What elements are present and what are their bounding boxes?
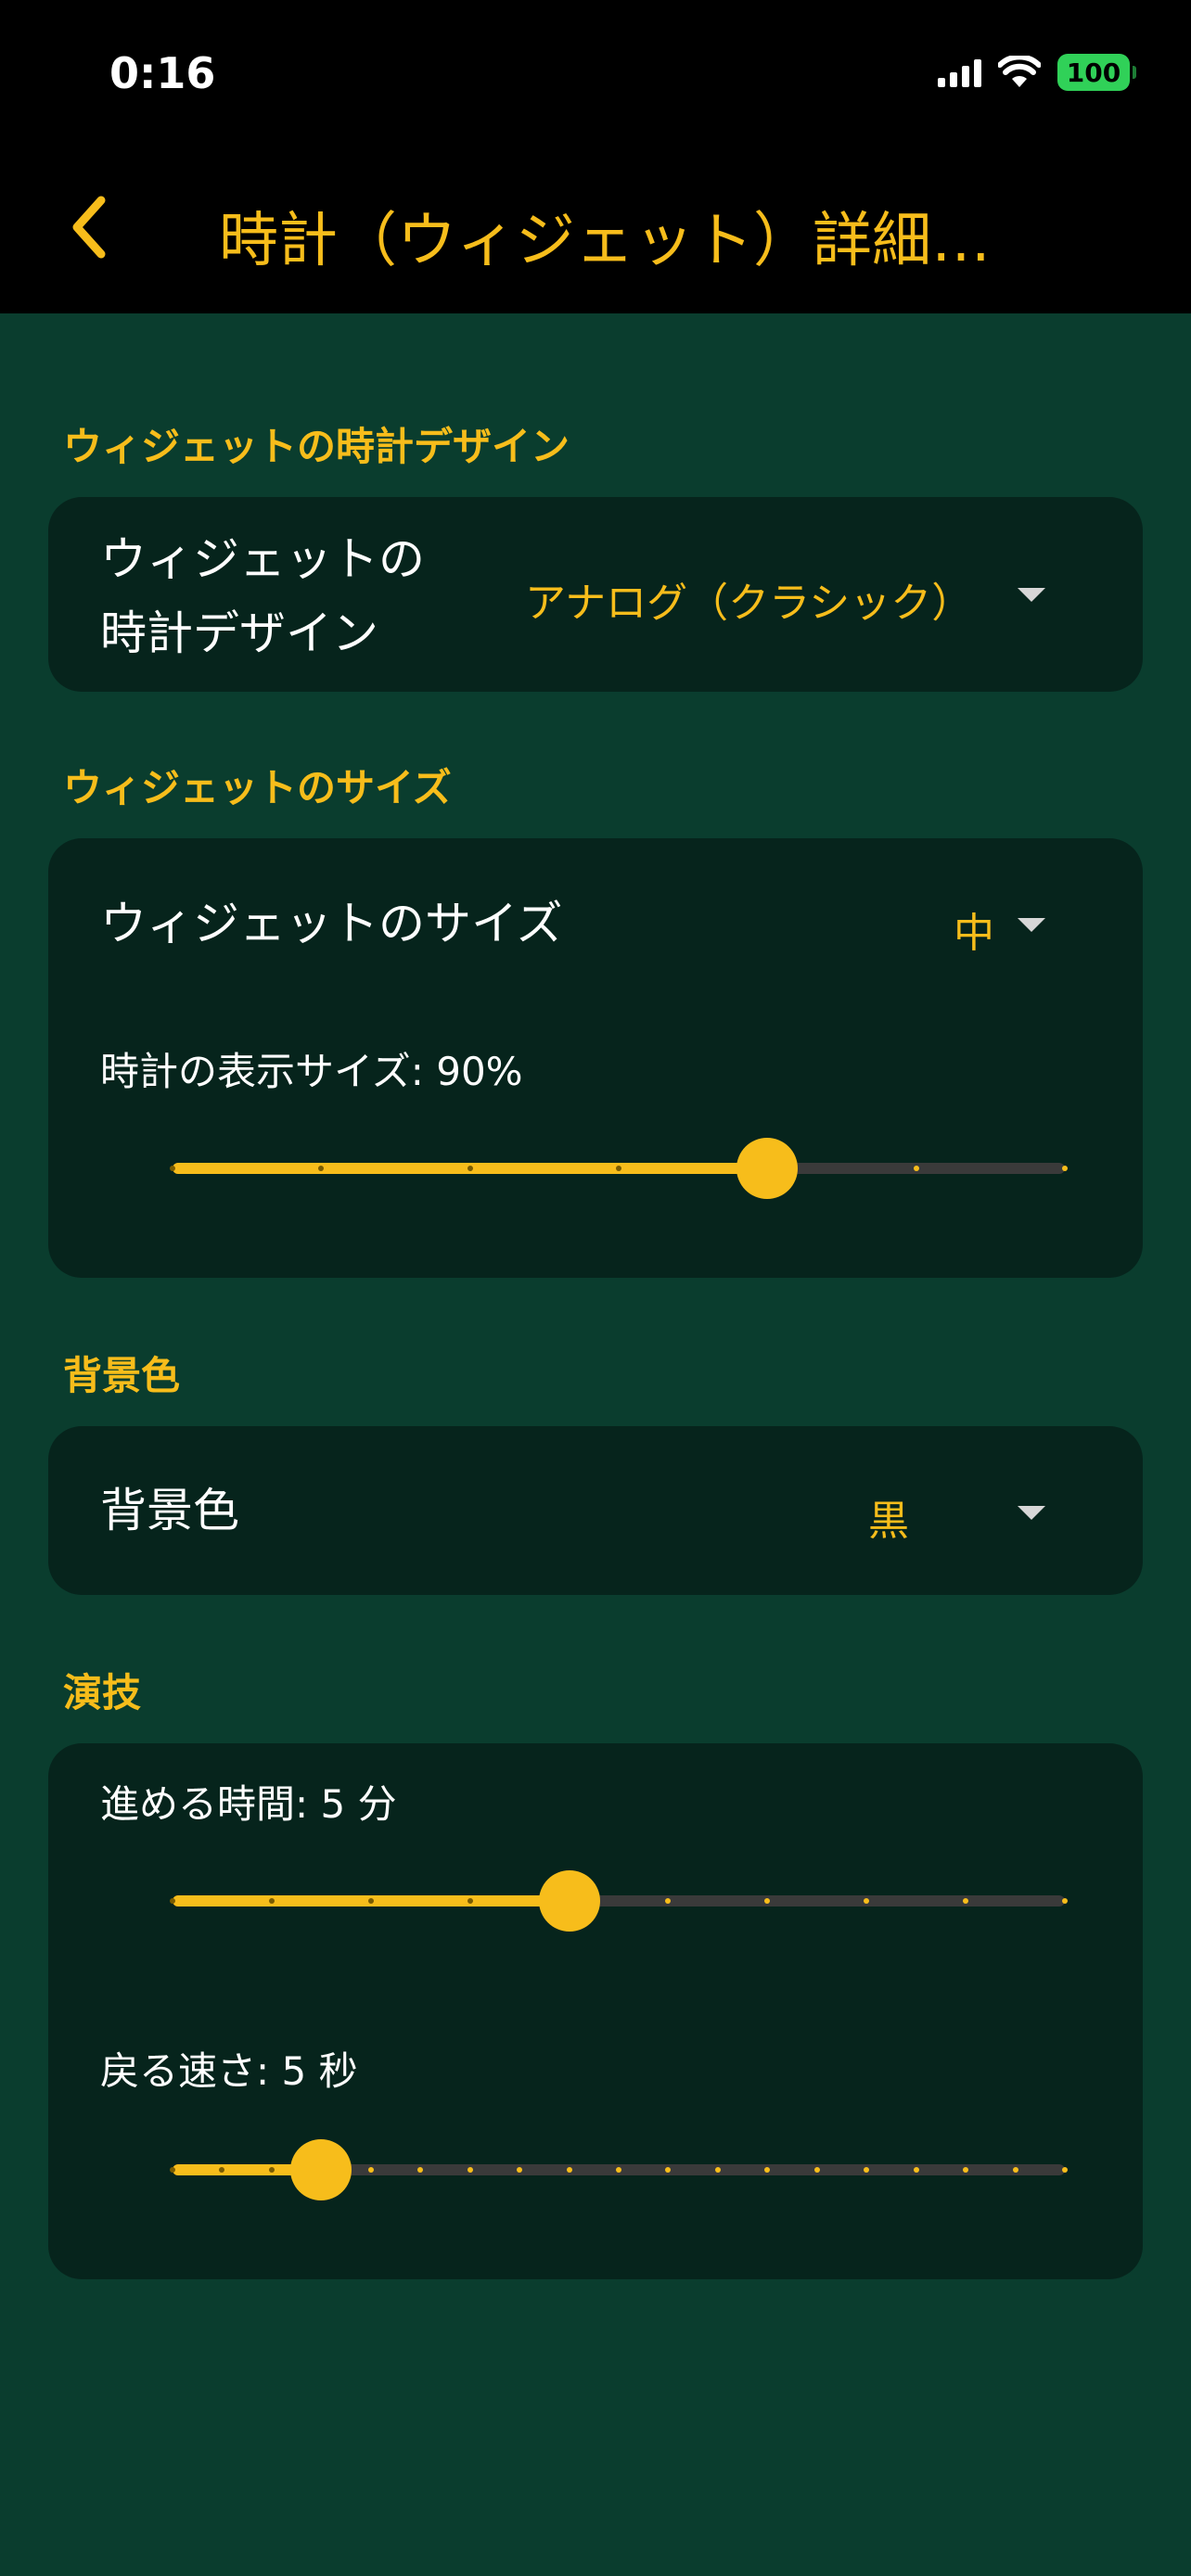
slider-tick: [616, 1166, 621, 1171]
slider-tick: [1012, 2167, 1018, 2173]
slider-thumb[interactable]: [538, 1870, 600, 1932]
slider-tick: [714, 2167, 721, 2173]
slider-tick: [467, 2167, 473, 2173]
size-row-label: ウィジェットのサイズ: [100, 897, 563, 950]
design-row-label-line1: ウィジェットの: [100, 532, 425, 586]
slider-tick: [1062, 2167, 1068, 2173]
background-card: 背景色 黒: [48, 1426, 1143, 1595]
slider-tick: [616, 2167, 621, 2173]
slider-tick: [1062, 1898, 1068, 1904]
size-card: ウィジェットのサイズ 中 時計の表示サイズ: 90%: [48, 838, 1143, 1278]
section-title-design: ウィジェットの時計デザイン: [63, 424, 570, 469]
design-row-label-line2: 時計デザイン: [100, 606, 378, 660]
slider-tick: [467, 1898, 473, 1904]
performance-card: 進める時間: 5 分 戻る速さ: 5 秒: [48, 1743, 1143, 2279]
slider-tick: [467, 1166, 473, 1171]
background-row-label: 背景色: [100, 1484, 239, 1537]
slider-tick: [170, 1166, 175, 1171]
size-dropdown-value[interactable]: 中: [954, 899, 994, 959]
display-size-label: 時計の表示サイズ: 90%: [100, 1049, 523, 1094]
return-speed-label: 戻る速さ: 5 秒: [100, 2048, 358, 2094]
wifi-icon: [998, 56, 1041, 87]
battery-level: 100: [1066, 57, 1121, 88]
slider-tick: [566, 2167, 572, 2173]
status-time: 0:16: [109, 48, 216, 98]
slider-tick: [170, 1898, 175, 1904]
status-icons: 100: [938, 54, 1136, 91]
slider-tick: [813, 2167, 820, 2173]
slider-tick: [367, 2167, 374, 2173]
slider-thumb[interactable]: [736, 1138, 799, 1199]
slider-tick: [913, 2167, 919, 2173]
return-speed-slider[interactable]: [170, 2139, 1068, 2200]
slider-tick: [1062, 1166, 1068, 1171]
battery-icon: 100: [1057, 54, 1136, 91]
slider-tick: [913, 1166, 919, 1171]
chevron-down-icon[interactable]: [1018, 1506, 1045, 1520]
section-title-background: 背景色: [63, 1353, 181, 1398]
section-title-size: ウィジェットのサイズ: [63, 765, 452, 810]
slider-thumb[interactable]: [290, 2139, 352, 2200]
advance-time-slider[interactable]: [170, 1870, 1068, 1932]
chevron-down-icon[interactable]: [1018, 918, 1045, 932]
slider-tick: [367, 1898, 374, 1904]
display-size-slider[interactable]: [170, 1138, 1068, 1199]
design-dropdown-value[interactable]: アナログ（クラシック）: [525, 569, 972, 629]
background-dropdown-value[interactable]: 黒: [868, 1487, 909, 1547]
page-title: 時計（ウィジェット）詳細…: [219, 207, 991, 275]
slider-tick: [268, 1898, 275, 1904]
header: 0:16 100 時計（ウィジェット）詳細…: [0, 0, 1191, 313]
cellular-signal-icon: [938, 57, 981, 87]
design-card: ウィジェットの 時計デザイン アナログ（クラシック）: [48, 497, 1143, 692]
slider-tick: [268, 2167, 275, 2173]
chevron-down-icon[interactable]: [1018, 588, 1045, 602]
slider-tick: [170, 2167, 175, 2173]
advance-time-label: 進める時間: 5 分: [100, 1781, 397, 1827]
section-title-performance: 演技: [63, 1670, 142, 1715]
back-button[interactable]: [56, 190, 121, 264]
chevron-left-icon: [72, 196, 106, 259]
